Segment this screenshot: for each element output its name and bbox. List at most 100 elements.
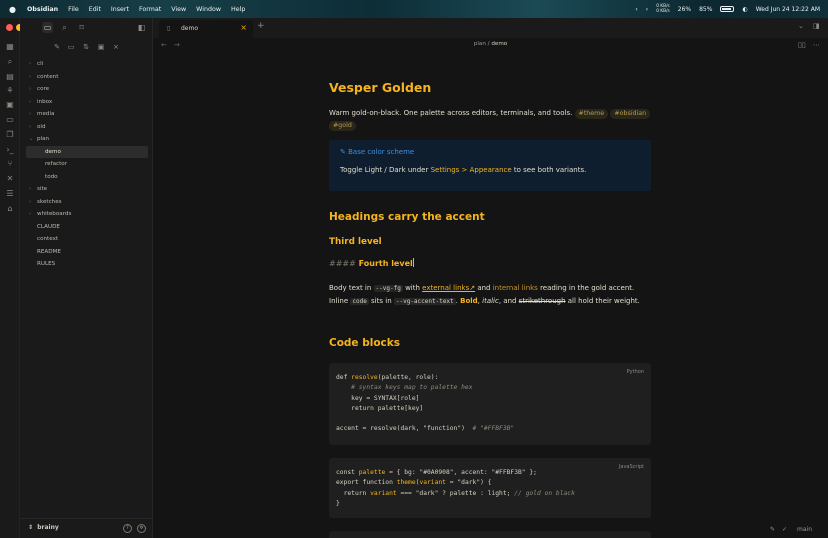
settings-gear-icon[interactable]: ✲ <box>137 524 146 533</box>
forward-arrow-icon[interactable]: › <box>646 6 648 13</box>
search-icon[interactable]: ⌕ <box>59 22 70 33</box>
tree-folder-site[interactable]: › site <box>26 183 148 196</box>
breadcrumb-folder[interactable]: plan <box>474 41 486 47</box>
bookmark-icon[interactable]: ⌑ <box>76 22 87 33</box>
ribbon-git-icon[interactable]: ⑂ <box>5 159 15 169</box>
menu-edit[interactable]: Edit <box>89 6 101 13</box>
tree-folder-inbox[interactable]: › inbox <box>26 96 148 109</box>
settings-link[interactable]: Settings <box>431 166 460 174</box>
ribbon-terminal-icon[interactable]: ›_ <box>5 145 15 155</box>
inline-code: --vg-accent-text <box>393 298 456 305</box>
callout-title: ✎ Base color scheme <box>340 148 415 156</box>
ribbon-blocks-icon[interactable]: ▣ <box>5 100 15 110</box>
tag-obsidian[interactable]: #obsidian <box>610 109 651 119</box>
git-branch[interactable]: main <box>797 526 812 533</box>
menu-view[interactable]: View <box>171 6 186 13</box>
new-tab-icon[interactable]: + <box>257 21 265 31</box>
tag-gold[interactable]: #gold <box>329 121 356 131</box>
ribbon-calendar-icon[interactable]: ▭ <box>5 115 15 125</box>
ribbon-list-icon[interactable]: ☰ <box>5 189 15 199</box>
more-options-icon[interactable]: ⋯ <box>813 41 820 49</box>
ribbon-tools-icon[interactable]: ✕ <box>5 174 15 184</box>
tab-bar: ▯ demo × + ⌄ ◨ <box>153 18 828 38</box>
ribbon-search-icon[interactable]: ⌕ <box>5 57 15 67</box>
back-arrow-icon[interactable]: ‹ <box>635 6 637 13</box>
ribbon-lock-icon[interactable]: ⌂ <box>5 204 15 214</box>
clock[interactable]: Wed Jun 24 12:22 AM <box>756 6 820 13</box>
tree-folder-media[interactable]: › media <box>26 108 148 121</box>
tab-demo[interactable]: ▯ demo × <box>159 20 253 38</box>
menu-insert[interactable]: Insert <box>111 6 129 13</box>
tree-file-rules[interactable]: RULES <box>26 258 148 271</box>
tree-folder-plan[interactable]: ⌄ plan <box>26 133 148 146</box>
collapse-all-icon[interactable]: ⨯ <box>111 42 121 52</box>
tree-file-todo[interactable]: todo <box>26 171 148 184</box>
ribbon-files-icon[interactable]: ▦ <box>5 42 15 52</box>
tree-folder-old[interactable]: › old <box>26 121 148 134</box>
folder-icon[interactable]: ▭ <box>42 22 53 33</box>
sort-icon[interactable]: ⇅ <box>81 42 91 52</box>
close-tab-icon[interactable]: × <box>240 23 247 32</box>
code-content: def resolve(palette, role): # syntax key… <box>336 374 515 433</box>
menu-file[interactable]: File <box>68 6 79 13</box>
sidebar-header: ▭ ⌕ ⌑ ◧ <box>20 18 153 38</box>
check-icon[interactable]: ✓ <box>782 526 787 533</box>
tree-file-demo[interactable]: demo <box>26 145 148 158</box>
chevron-right-icon: › <box>29 73 31 80</box>
external-link[interactable]: external links <box>422 284 469 292</box>
code-language-label: Python <box>626 369 644 375</box>
tree-folder-core[interactable]: › core <box>26 83 148 96</box>
chevron-right-icon: › <box>29 123 31 130</box>
battery-icon[interactable] <box>720 6 735 12</box>
tree-folder-sketches[interactable]: › sketches <box>26 196 148 209</box>
note-title-heading: Vesper Golden <box>329 80 432 95</box>
code-content: const palette = { bg: "#0A0908", accent:… <box>336 469 575 507</box>
breadcrumb-current[interactable]: demo <box>491 41 507 47</box>
view-header: ← → plan / demo ▯▯ ⋯ <box>153 38 828 54</box>
note-editor[interactable]: Vesper Golden Warm gold-on-black. One pa… <box>329 54 653 538</box>
toggle-right-sidebar-icon[interactable]: ◨ <box>813 22 820 30</box>
tab-list-chevron-icon[interactable]: ⌄ <box>798 22 804 30</box>
edit-pencil-icon[interactable]: ✎ <box>770 526 775 533</box>
code-block-python[interactable]: Python def resolve(palette, role): # syn… <box>329 363 651 445</box>
intro-paragraph: Warm gold-on-black. One palette across e… <box>329 107 653 131</box>
ribbon-document-icon[interactable]: ▤ <box>5 72 15 82</box>
heading-accent: Headings carry the accent <box>329 211 485 223</box>
toggle-sidebar-icon[interactable]: ◧ <box>136 22 147 33</box>
control-center-icon[interactable]: ◐ <box>742 6 747 13</box>
ribbon-copy-icon[interactable]: ❐ <box>5 130 15 140</box>
apple-menu-icon[interactable]: ● <box>9 5 19 14</box>
chevron-right-icon: › <box>29 61 31 67</box>
menu-app[interactable]: Obsidian <box>27 6 58 13</box>
tree-folder-whiteboards[interactable]: › whiteboards <box>26 208 148 221</box>
vault-switcher[interactable]: ⇕ brainy <box>28 524 59 531</box>
tree-file-readme[interactable]: README <box>26 246 148 259</box>
tree-file-refactor[interactable]: refactor <box>26 158 148 171</box>
help-icon[interactable]: ? <box>123 524 132 533</box>
chevron-right-icon: › <box>29 211 31 217</box>
menu-help[interactable]: Help <box>231 6 245 13</box>
window-close-icon[interactable] <box>6 24 13 31</box>
tree-folder-cli[interactable]: › cli <box>26 58 148 71</box>
heading-fourth-level: #### Fourth level <box>329 258 414 268</box>
menu-format[interactable]: Format <box>139 6 161 13</box>
new-folder-icon[interactable]: ▭ <box>66 42 76 52</box>
cpu-meter[interactable]: 26% <box>678 6 691 13</box>
tree-folder-content[interactable]: › content <box>26 71 148 84</box>
tag-theme[interactable]: #theme <box>574 109 609 119</box>
battery-percent[interactable]: 85% <box>699 6 712 13</box>
heading-code-blocks: Code blocks <box>329 337 400 349</box>
ribbon-graph-icon[interactable]: ⚘ <box>5 86 15 96</box>
tree-file-context[interactable]: context <box>26 233 148 246</box>
auto-reveal-icon[interactable]: ▣ <box>96 42 106 52</box>
appearance-link[interactable]: Appearance <box>470 166 512 174</box>
internal-link[interactable]: internal links <box>493 284 538 292</box>
new-note-icon[interactable]: ✎ <box>52 42 62 52</box>
tree-file-claude[interactable]: CLAUDE <box>26 221 148 234</box>
code-block-javascript[interactable]: JavaScript const palette = { bg: "#0A090… <box>329 458 651 518</box>
body-paragraph: Body text in --vg-fg with external links… <box>329 284 640 305</box>
network-meter[interactable]: 0 KB/s 0 KB/s <box>656 4 670 14</box>
menu-window[interactable]: Window <box>196 6 221 13</box>
chevron-right-icon: › <box>29 186 31 192</box>
reading-view-icon[interactable]: ▯▯ <box>798 41 806 49</box>
